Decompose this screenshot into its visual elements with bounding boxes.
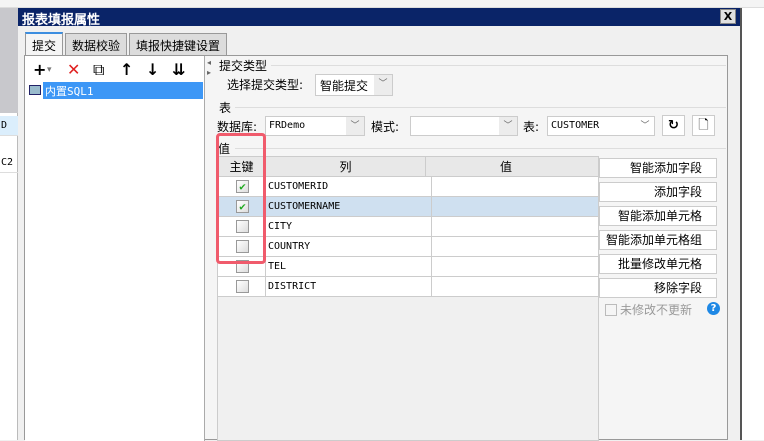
report-fill-properties-dialog: 报表填报属性 X 提交 数据校验 填报快捷键设置 + ▾ ✕ ⧉ ↑ ↓ ⇊ 内… bbox=[18, 8, 740, 441]
preview-button[interactable]: 🗋 bbox=[692, 115, 715, 136]
table-row[interactable]: CITY bbox=[218, 217, 598, 237]
table-row[interactable]: TEL bbox=[218, 257, 598, 277]
move-bottom-icon[interactable]: ⇊ bbox=[172, 60, 185, 79]
refresh-icon: ↻ bbox=[668, 118, 679, 133]
app-toolbar-strip bbox=[0, 0, 764, 8]
sheet-cell: D bbox=[0, 116, 18, 136]
field-table: 主键 列 值 ✔ CUSTOMERID ✔ CUSTOMERNAME CITY … bbox=[217, 156, 599, 441]
table-label: 表: bbox=[523, 120, 540, 134]
refresh-button[interactable]: ↻ bbox=[662, 115, 685, 136]
chevron-down-icon: ﹀ bbox=[346, 117, 364, 135]
submit-type-section: 提交类型 bbox=[219, 59, 268, 73]
move-up-icon[interactable]: ↑ bbox=[120, 60, 133, 79]
value-cell[interactable] bbox=[432, 277, 598, 297]
primary-key-highlight-box bbox=[216, 133, 266, 264]
tab-shortcut-settings[interactable]: 填报快捷键设置 bbox=[129, 33, 228, 55]
copy-icon[interactable]: ⧉ bbox=[93, 60, 104, 80]
settings-panel: 提交类型 选择提交类型: 智能提交 ﹀ 表 数据库: FRDemo ﹀ 模式: ﹀ … bbox=[213, 56, 728, 441]
table-row[interactable]: DISTRICT bbox=[218, 277, 598, 297]
table-header: 主键 列 值 bbox=[218, 157, 598, 177]
value-cell[interactable] bbox=[432, 217, 598, 237]
table-section: 表 bbox=[219, 101, 232, 115]
sql-icon bbox=[29, 85, 41, 95]
move-down-icon[interactable]: ↓ bbox=[146, 60, 159, 79]
table-select[interactable]: CUSTOMER ﹀ bbox=[547, 116, 655, 136]
background-right bbox=[740, 8, 764, 440]
database-value: FRDemo bbox=[269, 120, 306, 131]
batch-modify-cells-button[interactable]: 批量修改单元格 bbox=[599, 254, 717, 274]
dialog-title: 报表填报属性 bbox=[22, 13, 101, 28]
column-cell[interactable]: COUNTRY bbox=[266, 237, 432, 257]
smart-add-fields-button[interactable]: 智能添加字段 bbox=[599, 158, 717, 178]
dialog-title-bar: 报表填报属性 X bbox=[18, 8, 740, 28]
column-cell[interactable]: CUSTOMERNAME bbox=[266, 197, 432, 217]
chevron-down-icon: ﹀ bbox=[636, 117, 654, 135]
database-select[interactable]: FRDemo ﹀ bbox=[265, 116, 365, 136]
table-row[interactable]: COUNTRY bbox=[218, 237, 598, 257]
submit-type-label: 选择提交类型: bbox=[227, 78, 304, 92]
delete-icon[interactable]: ✕ bbox=[67, 60, 80, 79]
add-icon[interactable]: + bbox=[33, 60, 46, 79]
smart-add-cell-group-button[interactable]: 智能添加单元格组 bbox=[599, 230, 717, 250]
no-update-unmodified-label: 未修改不更新 bbox=[620, 303, 693, 317]
table-row[interactable]: ✔ CUSTOMERNAME bbox=[218, 197, 598, 217]
column-cell[interactable]: CITY bbox=[266, 217, 432, 237]
add-dropdown-icon[interactable]: ▾ bbox=[47, 65, 52, 75]
table-value: CUSTOMER bbox=[551, 120, 600, 131]
table-row[interactable]: ✔ CUSTOMERID bbox=[218, 177, 598, 197]
column-cell[interactable]: DISTRICT bbox=[266, 277, 432, 297]
value-cell[interactable] bbox=[432, 177, 598, 197]
value-cell[interactable] bbox=[432, 197, 598, 217]
primary-key-checkbox[interactable] bbox=[236, 280, 249, 293]
tree-item-sql1[interactable]: 内置SQL1 bbox=[43, 82, 203, 99]
preview-icon: 🗋 bbox=[698, 118, 709, 133]
add-field-button[interactable]: 添加字段 bbox=[599, 182, 717, 202]
primary-key-cell bbox=[218, 277, 266, 297]
col-header-column[interactable]: 列 bbox=[266, 157, 426, 177]
close-button[interactable]: X bbox=[720, 9, 736, 24]
submit-type-value: 智能提交 bbox=[320, 79, 369, 93]
chevron-down-icon: ﹀ bbox=[499, 117, 517, 135]
value-cell[interactable] bbox=[432, 237, 598, 257]
value-cell[interactable] bbox=[432, 257, 598, 277]
col-header-value[interactable]: 值 bbox=[426, 157, 586, 177]
remove-field-button[interactable]: 移除字段 bbox=[599, 278, 717, 298]
tab-data-validation[interactable]: 数据校验 bbox=[65, 33, 128, 55]
tab-submit[interactable]: 提交 bbox=[25, 32, 64, 56]
schema-label: 模式: bbox=[371, 120, 400, 134]
submit-tab-panel: + ▾ ✕ ⧉ ↑ ↓ ⇊ 内置SQL1 ◂ ▸ 提交类型 选择提交类型: 智能提… bbox=[24, 55, 728, 441]
background-sheet: D C2 bbox=[0, 8, 18, 440]
submit-type-select[interactable]: 智能提交 ﹀ bbox=[315, 74, 393, 96]
sql-list-panel: + ▾ ✕ ⧉ ↑ ↓ ⇊ 内置SQL1 bbox=[25, 56, 205, 441]
no-update-unmodified-checkbox[interactable] bbox=[605, 304, 617, 316]
column-cell[interactable]: CUSTOMERID bbox=[266, 177, 432, 197]
help-icon[interactable]: ? bbox=[707, 302, 720, 315]
schema-select[interactable]: ﹀ bbox=[410, 116, 518, 136]
sheet-cell: C2 bbox=[0, 153, 18, 173]
smart-add-cells-button[interactable]: 智能添加单元格 bbox=[599, 206, 717, 226]
chevron-down-icon: ﹀ bbox=[374, 75, 392, 95]
column-cell[interactable]: TEL bbox=[266, 257, 432, 277]
